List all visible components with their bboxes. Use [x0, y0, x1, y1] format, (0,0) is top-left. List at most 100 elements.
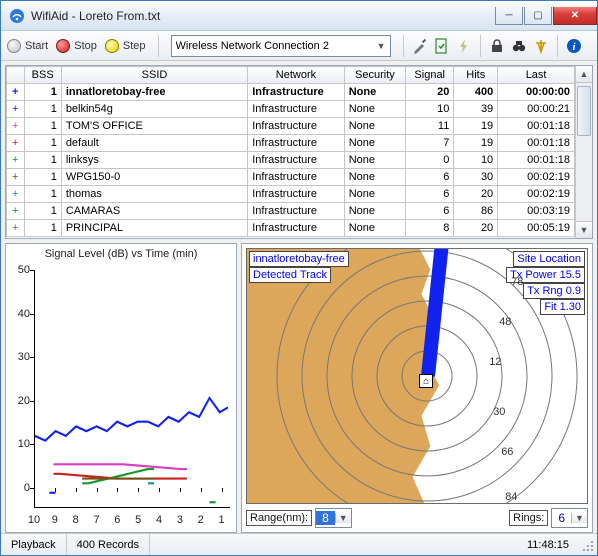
table-row[interactable]: +1belkin54gInfrastructureNone103900:00:2… [7, 101, 575, 118]
col-header[interactable]: Hits [454, 67, 498, 84]
scroll-up-icon[interactable]: ▲ [576, 66, 592, 83]
scroll-down-icon[interactable]: ▼ [576, 221, 592, 238]
info-icon[interactable]: i [564, 36, 584, 56]
map-label-left: innatloretobay-free [249, 251, 349, 267]
cell-hits: 19 [454, 135, 498, 152]
col-header[interactable]: Network [248, 67, 344, 84]
cell-last: 00:00:21 [498, 101, 575, 118]
chart-title: Signal Level (dB) vs Time (min) [6, 244, 236, 262]
cell-last: 00:00:00 [498, 84, 575, 101]
table-row[interactable]: +1WPG150-0InfrastructureNone63000:02:19 [7, 169, 575, 186]
ring-number: 12 [489, 356, 501, 368]
table-row[interactable]: +1CAMARASInfrastructureNone68600:03:19 [7, 203, 575, 220]
close-button[interactable]: ✕ [553, 7, 597, 25]
titlebar[interactable]: WifiAid - Loreto From.txt ─ ▢ ✕ [1, 1, 597, 31]
x-tick: 5 [135, 514, 141, 526]
chart-series [53, 464, 186, 469]
cell-signal: 6 [406, 169, 454, 186]
row-marker: + [7, 84, 25, 101]
cell-network: Infrastructure [248, 220, 344, 237]
cell-network: Infrastructure [248, 203, 344, 220]
table-row[interactable]: +1thomasInfrastructureNone62000:02:19 [7, 186, 575, 203]
start-button[interactable]: Start [25, 40, 48, 52]
cell-signal: 20 [406, 84, 454, 101]
col-header[interactable]: Last [498, 67, 575, 84]
minimize-button[interactable]: ─ [495, 7, 523, 25]
step-indicator-icon [105, 39, 119, 53]
row-marker: + [7, 220, 25, 237]
scroll-thumb[interactable] [577, 86, 591, 136]
table-row[interactable]: +1PRINCIPALInfrastructureNone82000:05:19 [7, 220, 575, 237]
binoculars-icon[interactable] [509, 36, 529, 56]
y-tick: 20 [10, 395, 30, 407]
cell-last: 00:02:19 [498, 169, 575, 186]
y-tick: 0 [10, 482, 30, 494]
col-header[interactable] [7, 67, 25, 84]
stop-button[interactable]: Stop [74, 40, 97, 52]
networks-table[interactable]: BSSSSIDNetworkSecuritySignalHitsLast +1i… [6, 66, 575, 237]
cell-last: 00:02:19 [498, 186, 575, 203]
chart-plot-area[interactable] [34, 270, 230, 508]
step-button[interactable]: Step [123, 40, 146, 52]
cell-security: None [344, 186, 405, 203]
chevron-down-icon: ▼ [571, 513, 587, 523]
cell-ssid: WPG150-0 [61, 169, 247, 186]
map-label-right: Tx Rng 0.9 [523, 283, 585, 299]
table-row[interactable]: +1linksysInfrastructureNone01000:01:18 [7, 152, 575, 169]
table-row[interactable]: +1TOM'S OFFICEInfrastructureNone111900:0… [7, 118, 575, 135]
range-dropdown[interactable]: 8 ▼ [315, 508, 352, 528]
ring-number: 78 [511, 276, 523, 288]
cell-network: Infrastructure [248, 169, 344, 186]
cell-security: None [344, 220, 405, 237]
cell-bss: 1 [24, 84, 61, 101]
start-indicator-icon [7, 39, 21, 53]
lock-icon[interactable] [487, 36, 507, 56]
cell-last: 00:05:19 [498, 220, 575, 237]
rings-dropdown[interactable]: 6 ▼ [551, 508, 588, 528]
row-marker: + [7, 169, 25, 186]
resize-grip-icon[interactable] [579, 534, 597, 555]
table-row[interactable]: +1innatloretobay-freeInfrastructureNone2… [7, 84, 575, 101]
rings-value: 6 [552, 511, 571, 525]
y-tick: 10 [10, 438, 30, 450]
x-tick: 2 [198, 514, 204, 526]
maximize-button[interactable]: ▢ [524, 7, 552, 25]
col-header[interactable]: Security [344, 67, 405, 84]
cell-hits: 39 [454, 101, 498, 118]
cell-bss: 1 [24, 152, 61, 169]
cell-security: None [344, 135, 405, 152]
col-header[interactable]: SSID [61, 67, 247, 84]
cell-security: None [344, 169, 405, 186]
cell-signal: 7 [406, 135, 454, 152]
cell-hits: 86 [454, 203, 498, 220]
cell-ssid: linksys [61, 152, 247, 169]
cell-hits: 20 [454, 220, 498, 237]
cell-last: 00:01:18 [498, 135, 575, 152]
col-header[interactable]: Signal [406, 67, 454, 84]
col-header[interactable]: BSS [24, 67, 61, 84]
cell-signal: 6 [406, 203, 454, 220]
bolt-icon[interactable] [454, 36, 474, 56]
settings-icon[interactable] [410, 36, 430, 56]
radar-map[interactable]: ⌂ innatloretobay-freeDetected Track Site… [246, 248, 588, 504]
table-scrollbar[interactable]: ▲ ▼ [575, 66, 592, 238]
cell-last: 00:01:18 [498, 118, 575, 135]
cell-bss: 1 [24, 169, 61, 186]
antenna-icon[interactable] [531, 36, 551, 56]
cell-bss: 1 [24, 118, 61, 135]
refresh-icon[interactable] [432, 36, 452, 56]
status-clock: 11:48:15 [517, 534, 579, 555]
cell-signal: 0 [406, 152, 454, 169]
row-marker: + [7, 118, 25, 135]
cell-ssid: PRINCIPAL [61, 220, 247, 237]
connection-dropdown[interactable]: Wireless Network Connection 2 ▼ [171, 35, 391, 57]
ring-number: 84 [505, 491, 517, 503]
cell-bss: 1 [24, 220, 61, 237]
status-mode: Playback [1, 534, 67, 555]
table-row[interactable]: +1defaultInfrastructureNone71900:01:18 [7, 135, 575, 152]
cell-network: Infrastructure [248, 186, 344, 203]
x-tick: 8 [73, 514, 79, 526]
cell-bss: 1 [24, 101, 61, 118]
x-tick: 6 [114, 514, 120, 526]
cell-ssid: innatloretobay-free [61, 84, 247, 101]
